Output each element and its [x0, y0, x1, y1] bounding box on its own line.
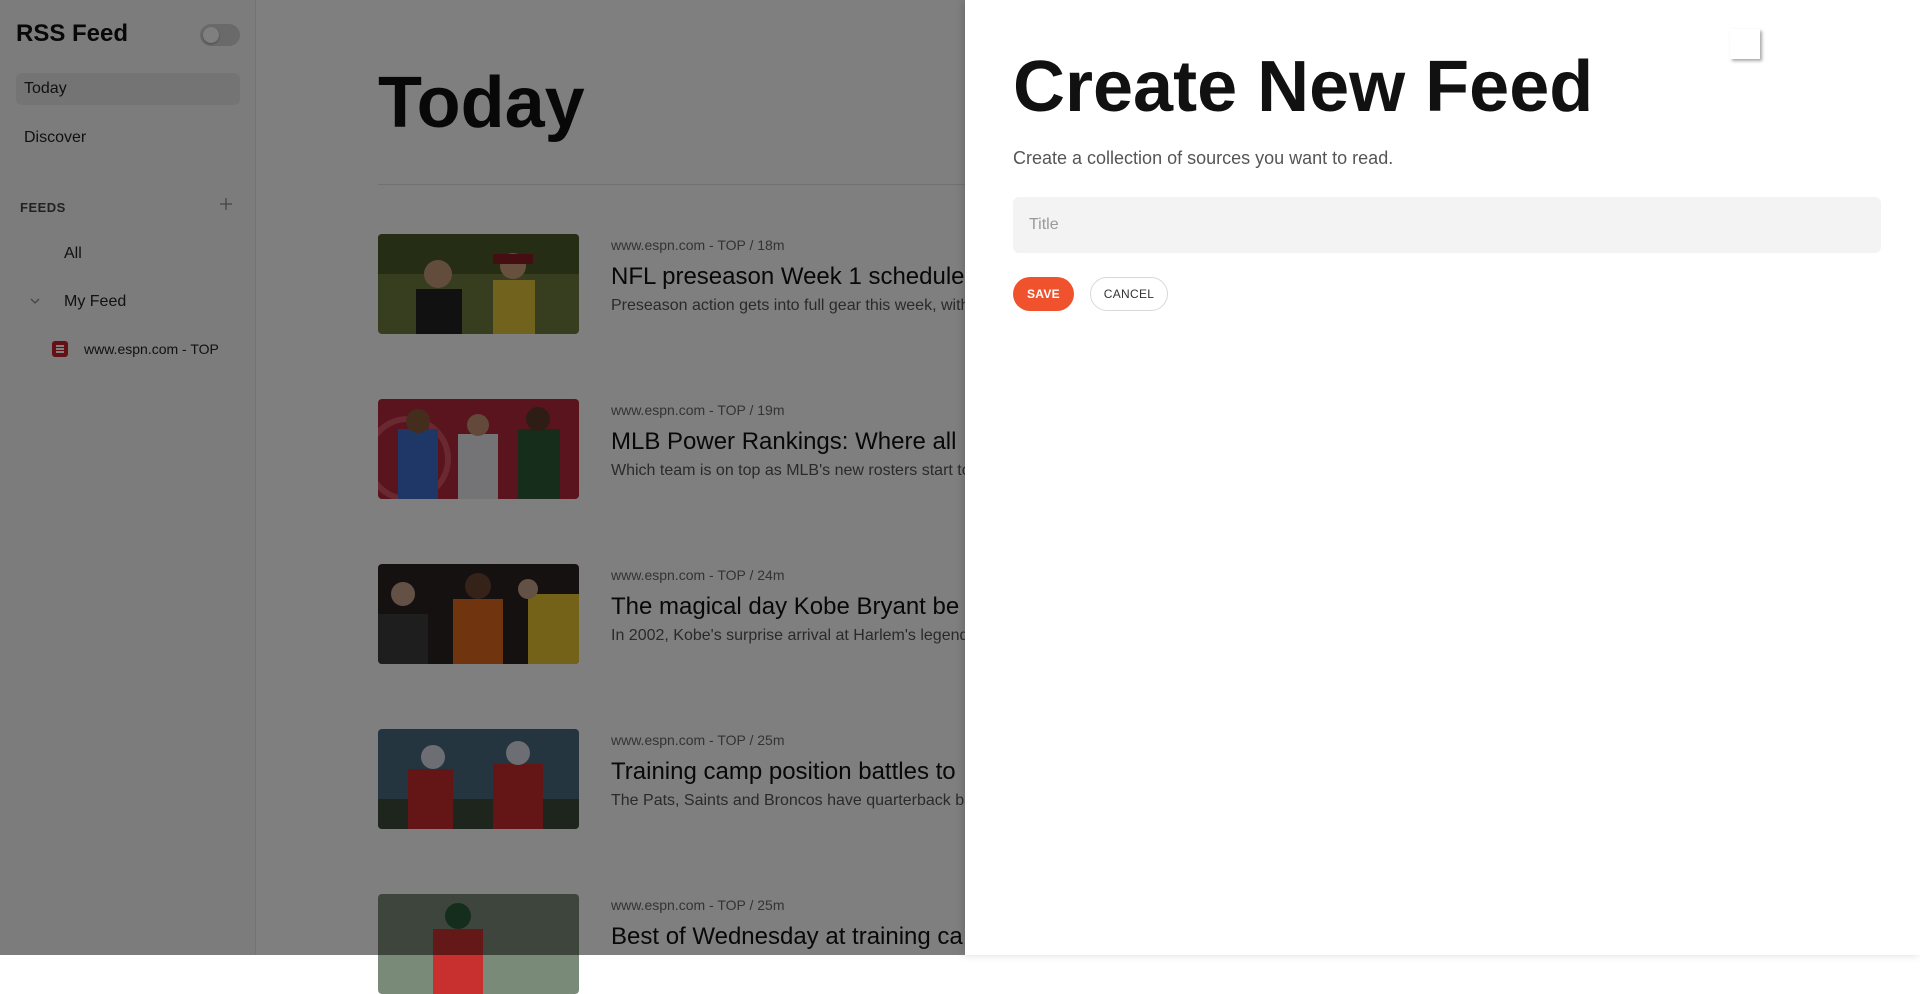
save-button[interactable]: SAVE: [1013, 277, 1074, 311]
panel-subtitle: Create a collection of sources you want …: [1013, 148, 1394, 168]
close-button[interactable]: [1730, 29, 1760, 59]
app: RSS Feed Today Discover FEEDS All My Fee…: [0, 0, 1920, 994]
panel-title: Create New Feed: [1013, 47, 1594, 127]
create-feed-panel: Create New Feed Create a collection of s…: [965, 0, 1920, 955]
title-input[interactable]: [1013, 197, 1881, 253]
cancel-button[interactable]: CANCEL: [1090, 277, 1168, 311]
